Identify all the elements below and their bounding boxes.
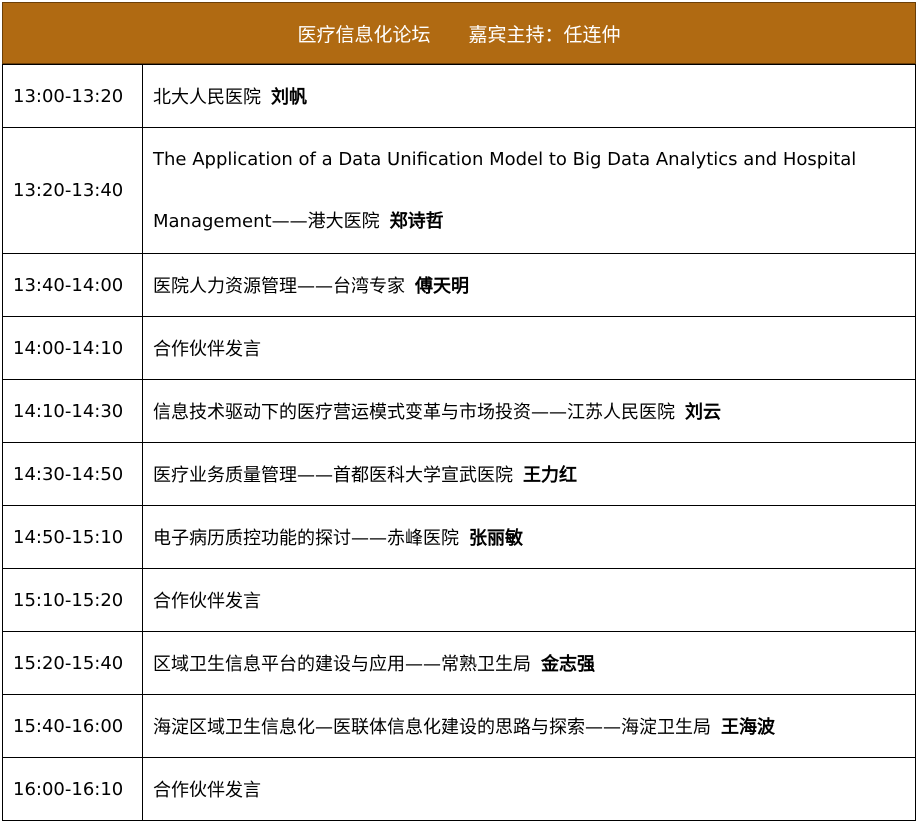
session-topic: 电子病历质控功能的探讨——赤峰医院 <box>153 528 459 549</box>
agenda-table: 13:00-13:20 北大人民医院 刘帆 13:20-13:40 The App… <box>2 64 916 821</box>
table-row: 14:10-14:30 信息技术驱动下的医疗营运模式变革与市场投资——江苏人民医… <box>2 379 916 443</box>
session-speaker: 王海波 <box>721 717 775 738</box>
session-time: 14:50-15:10 <box>2 505 143 569</box>
session-topic: 海淀区域卫生信息化—医联体信息化建设的思路与探索——海淀卫生局 <box>153 717 711 738</box>
session-topic-cell: 北大人民医院 刘帆 <box>142 64 916 128</box>
session-speaker: 刘云 <box>685 402 721 423</box>
session-time: 13:20-13:40 <box>2 127 143 254</box>
session-topic: 信息技术驱动下的医疗营运模式变革与市场投资——江苏人民医院 <box>153 402 675 423</box>
session-time: 14:00-14:10 <box>2 316 143 380</box>
session-speaker: 王力红 <box>523 465 577 486</box>
session-topic: 医疗业务质量管理——首都医科大学宣武医院 <box>153 465 513 486</box>
table-row: 15:40-16:00 海淀区域卫生信息化—医联体信息化建设的思路与探索——海淀… <box>2 694 916 758</box>
session-speaker: 张丽敏 <box>469 528 523 549</box>
session-topic: 合作伙伴发言 <box>153 591 261 612</box>
table-row: 15:10-15:20 合作伙伴发言 <box>2 568 916 632</box>
session-time: 13:00-13:20 <box>2 64 143 128</box>
session-topic-cell: 海淀区域卫生信息化—医联体信息化建设的思路与探索——海淀卫生局 王海波 <box>142 694 916 758</box>
session-topic-cell: 医院人力资源管理——台湾专家 傅天明 <box>142 253 916 317</box>
session-speaker: 傅天明 <box>415 276 469 297</box>
session-topic-cell: 合作伙伴发言 <box>142 568 916 632</box>
session-topic-cell: 区域卫生信息平台的建设与应用——常熟卫生局 金志强 <box>142 631 916 695</box>
table-row: 13:00-13:20 北大人民医院 刘帆 <box>2 64 916 128</box>
session-topic: 北大人民医院 <box>153 87 261 108</box>
session-time: 15:20-15:40 <box>2 631 143 695</box>
table-row: 13:40-14:00 医院人力资源管理——台湾专家 傅天明 <box>2 253 916 317</box>
session-time: 16:00-16:10 <box>2 757 143 821</box>
table-row: 14:00-14:10 合作伙伴发言 <box>2 316 916 380</box>
session-topic-cell: 合作伙伴发言 <box>142 757 916 821</box>
table-row: 15:20-15:40 区域卫生信息平台的建设与应用——常熟卫生局 金志强 <box>2 631 916 695</box>
session-topic-cell: The Application of a Data Unification Mo… <box>142 127 916 254</box>
table-row: 13:20-13:40 The Application of a Data Un… <box>2 127 916 254</box>
table-row: 14:50-15:10 电子病历质控功能的探讨——赤峰医院 张丽敏 <box>2 505 916 569</box>
session-topic: 医院人力资源管理——台湾专家 <box>153 276 405 297</box>
session-topic-cell: 信息技术驱动下的医疗营运模式变革与市场投资——江苏人民医院 刘云 <box>142 379 916 443</box>
session-topic-cell: 医疗业务质量管理——首都医科大学宣武医院 王力红 <box>142 442 916 506</box>
session-topic-cell: 合作伙伴发言 <box>142 316 916 380</box>
session-time: 14:30-14:50 <box>2 442 143 506</box>
session-time: 15:40-16:00 <box>2 694 143 758</box>
forum-schedule: 医疗信息化论坛 嘉宾主持：任连仲 13:00-13:20 北大人民医院 刘帆 13… <box>2 2 916 826</box>
session-time: 15:10-15:20 <box>2 568 143 632</box>
table-row: 16:00-16:10 合作伙伴发言 <box>2 757 916 821</box>
schedule-header: 医疗信息化论坛 嘉宾主持：任连仲 <box>2 2 916 64</box>
forum-title: 医疗信息化论坛 <box>297 23 431 46</box>
forum-host: 嘉宾主持：任连仲 <box>468 23 621 46</box>
session-topic: 合作伙伴发言 <box>153 780 261 801</box>
session-topic: 合作伙伴发言 <box>153 339 261 360</box>
session-topic-cell: 电子病历质控功能的探讨——赤峰医院 张丽敏 <box>142 505 916 569</box>
session-time: 14:10-14:30 <box>2 379 143 443</box>
session-speaker: 郑诗哲 <box>389 210 444 232</box>
session-topic: The Application of a Data Unification Mo… <box>153 148 857 232</box>
table-row: 14:30-14:50 医疗业务质量管理——首都医科大学宣武医院 王力红 <box>2 442 916 506</box>
session-speaker: 刘帆 <box>271 87 307 108</box>
session-time: 13:40-14:00 <box>2 253 143 317</box>
session-speaker: 金志强 <box>541 654 595 675</box>
session-topic: 区域卫生信息平台的建设与应用——常熟卫生局 <box>153 654 531 675</box>
